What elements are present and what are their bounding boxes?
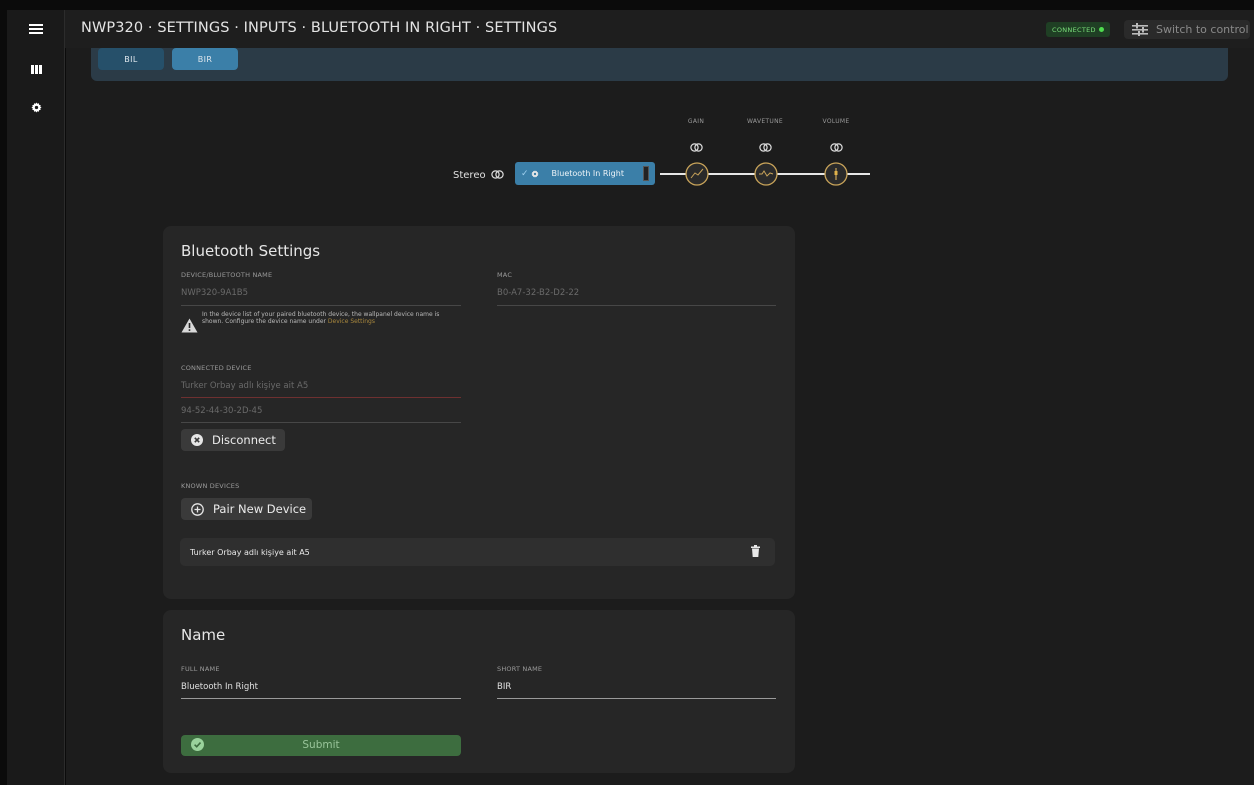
- stereo-link-icon[interactable]: [491, 170, 504, 179]
- pair-label: Pair New Device: [213, 502, 307, 516]
- disconnect-label: Disconnect: [212, 433, 276, 447]
- divider: [181, 305, 461, 306]
- mac-label: MAC: [497, 271, 513, 279]
- known-device-name: Turker Orbay adlı kişiye ait A5: [190, 548, 310, 557]
- short-name-label: SHORT NAME: [497, 665, 543, 673]
- disconnect-button[interactable]: Disconnect: [181, 429, 285, 451]
- connected-device-mac: 94-52-44-30-2D-45: [181, 406, 263, 416]
- submit-button[interactable]: Submit: [181, 735, 461, 756]
- stage-label-gain: GAIN: [687, 118, 705, 125]
- divider: [181, 422, 461, 423]
- stereo-label: Stereo: [453, 170, 486, 181]
- left-sidebar: [7, 10, 65, 785]
- wavetune-node[interactable]: [754, 162, 778, 186]
- short-name-input[interactable]: BIR: [497, 682, 511, 692]
- level-meter: [643, 166, 649, 181]
- divider: [497, 305, 776, 306]
- trash-icon[interactable]: [751, 545, 760, 557]
- gear-icon: [530, 169, 539, 178]
- breadcrumb: NWP320 · SETTINGS · INPUTS · BLUETOOTH I…: [81, 20, 558, 36]
- device-name-label: DEVICE/BLUETOOTH NAME: [181, 271, 273, 279]
- link-icon[interactable]: [830, 143, 843, 152]
- volume-node[interactable]: [824, 162, 848, 186]
- menu-icon[interactable]: [7, 20, 65, 38]
- divider: [181, 698, 461, 699]
- warning-text: In the device list of your paired blueto…: [202, 311, 452, 325]
- signal-chain: GAIN WAVETUNE VOLUME Stereo ✓ Bluetooth …: [66, 48, 1254, 248]
- card-title: Name: [181, 626, 226, 644]
- bluetooth-settings-card: Bluetooth Settings DEVICE/BLUETOOTH NAME…: [163, 226, 795, 599]
- connected-device-name: Turker Orbay adlı kişiye ait A5: [181, 381, 309, 391]
- main-content: BIL BIR GAIN WAVETUNE VOLUME Stereo ✓ Bl…: [66, 48, 1254, 785]
- connected-device-label: CONNECTED DEVICE: [181, 364, 252, 372]
- pair-new-device-button[interactable]: Pair New Device: [181, 498, 312, 520]
- divider: [497, 698, 776, 699]
- link-icon[interactable]: [690, 143, 703, 152]
- submit-label: Submit: [302, 739, 340, 751]
- warning-icon: [181, 318, 198, 333]
- switch-to-control-button[interactable]: Switch to control: [1124, 20, 1250, 39]
- close-circle-icon: [191, 434, 203, 446]
- add-circle-icon: [191, 502, 204, 516]
- status-text: CONNECTED: [1052, 25, 1096, 34]
- check-icon: ✓: [521, 168, 529, 179]
- chain-graph: [660, 162, 870, 186]
- stage-label-wavetune: WAVETUNE: [747, 118, 783, 125]
- known-device-row[interactable]: Turker Orbay adlı kişiye ait A5: [180, 538, 775, 566]
- warning-message: In the device list of your paired blueto…: [202, 311, 440, 325]
- warning-note: In the device list of your paired blueto…: [181, 311, 452, 342]
- device-settings-link[interactable]: Device Settings: [328, 318, 375, 325]
- divider: [181, 397, 461, 398]
- status-badge: CONNECTED: [1046, 22, 1110, 37]
- stage-label-volume: VOLUME: [822, 118, 850, 125]
- sliders-icon: [1132, 23, 1148, 36]
- source-label: Bluetooth In Right: [551, 169, 624, 178]
- full-name-label: FULL NAME: [181, 665, 220, 673]
- card-title: Bluetooth Settings: [181, 242, 321, 260]
- full-name-input[interactable]: Bluetooth In Right: [181, 682, 258, 692]
- source-button[interactable]: ✓ Bluetooth In Right: [515, 162, 655, 185]
- name-card: Name FULL NAME Bluetooth In Right SHORT …: [163, 610, 795, 773]
- link-icon[interactable]: [759, 143, 772, 152]
- switch-label: Switch to control: [1156, 23, 1249, 36]
- channels-icon[interactable]: [7, 62, 65, 76]
- top-bar: NWP320 · SETTINGS · INPUTS · BLUETOOTH I…: [65, 10, 1254, 48]
- gear-icon[interactable]: [7, 100, 65, 114]
- device-name-field: NWP320-9A1B5: [181, 288, 249, 298]
- known-devices-label: KNOWN DEVICES: [181, 482, 240, 490]
- mac-field: B0-A7-32-B2-D2-22: [497, 288, 580, 298]
- gain-node[interactable]: [685, 162, 709, 186]
- status-dot: [1099, 27, 1104, 32]
